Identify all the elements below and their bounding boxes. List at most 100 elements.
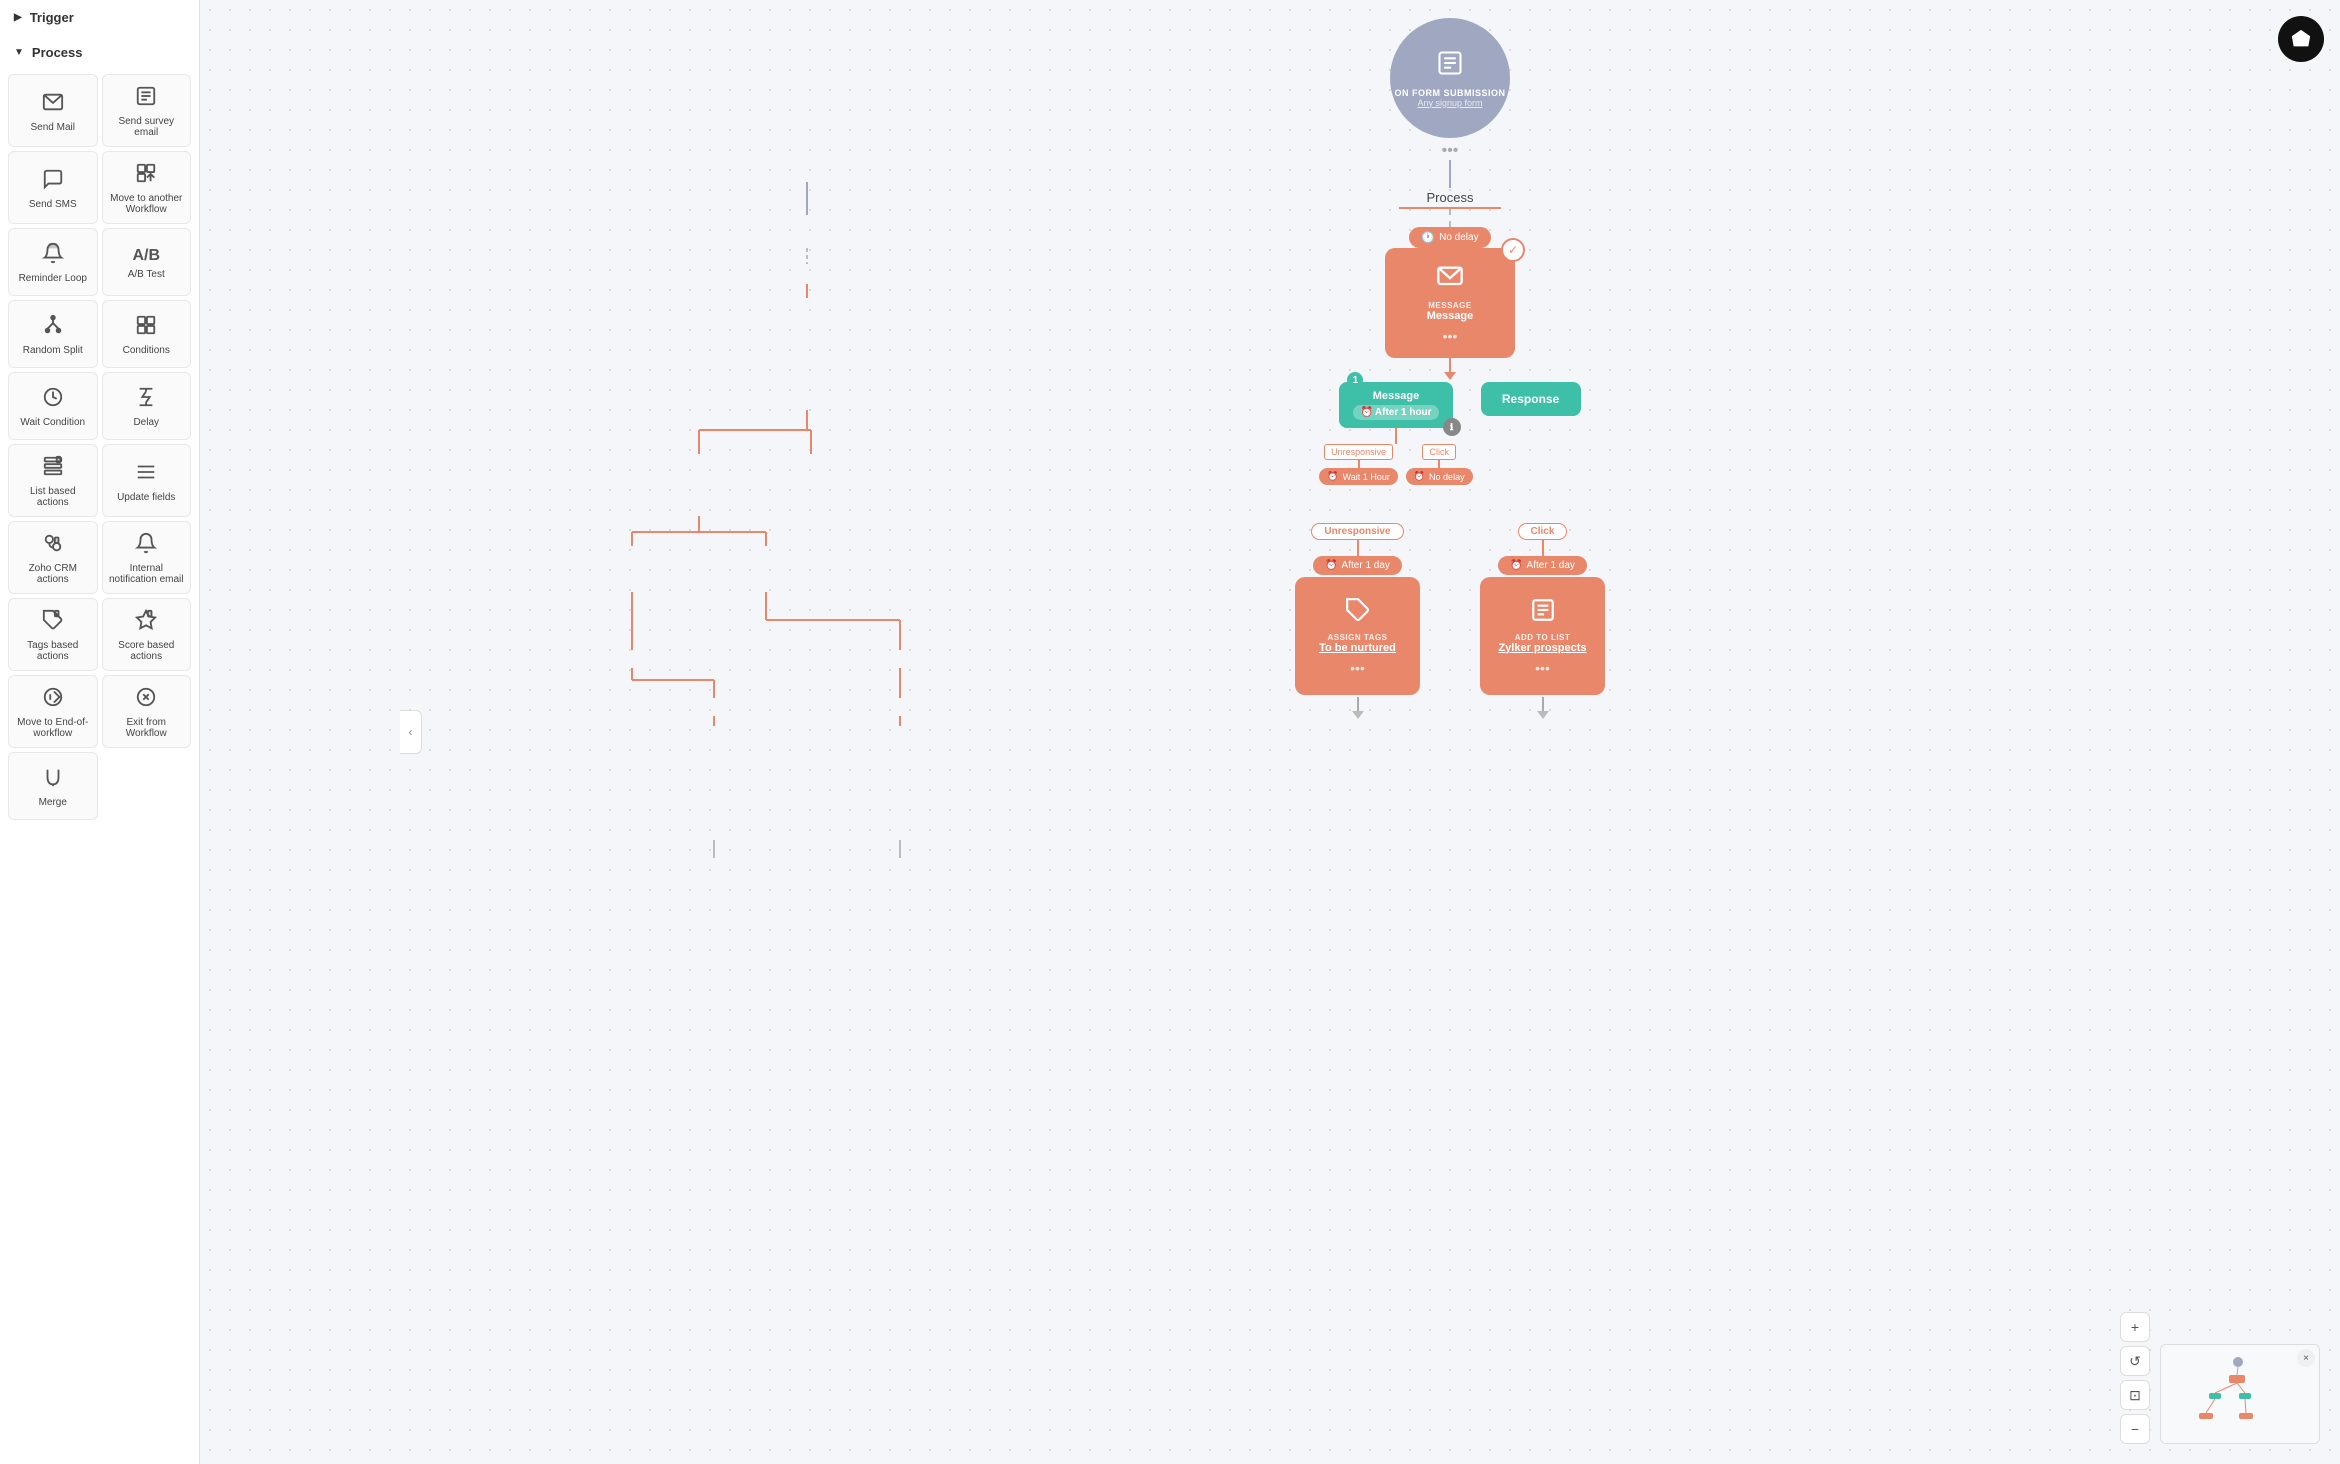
zoom-in-button[interactable]: +: [2120, 1312, 2150, 1342]
no-delay-label: No delay: [1439, 232, 1478, 243]
assign-tags-node[interactable]: ASSIGN TAGS To be nurtured •••: [1295, 577, 1420, 695]
sidebar-item-move-end[interactable]: Move to End-of-workflow: [8, 675, 98, 748]
reset-zoom-button[interactable]: ↺: [2120, 1346, 2150, 1376]
sidebar-item-send-sms[interactable]: Send SMS: [8, 151, 98, 224]
collapse-sidebar-button[interactable]: ‹: [400, 710, 422, 754]
trigger-dots[interactable]: •••: [1442, 142, 1459, 160]
process-label: Process: [32, 45, 83, 60]
tags-based-icon: [42, 609, 64, 636]
sidebar-item-zoho-crm[interactable]: Zoho CRM actions: [8, 521, 98, 594]
minimap-content: [2161, 1345, 2319, 1443]
sidebar-item-reminder-loop[interactable]: Reminder Loop: [8, 228, 98, 296]
zoom-controls: + ↺ ⊡ −: [2120, 1312, 2150, 1444]
sidebar-item-internal-notification[interactable]: Internal notification email: [102, 521, 192, 594]
trigger-label: Trigger: [30, 10, 74, 25]
update-fields-label: Update fields: [117, 492, 175, 503]
trigger-node[interactable]: ON FORM SUBMISSION Any signup form: [1390, 18, 1510, 138]
sidebar: ▶ Trigger ▼ Process Send Mail Send surve…: [0, 0, 200, 1464]
delay-clock-2-icon: ⏰: [1510, 560, 1522, 571]
assign-tags-dots[interactable]: •••: [1350, 660, 1365, 676]
send-sms-label: Send SMS: [29, 199, 77, 210]
add-to-list-node[interactable]: ADD TO LIST Zylker prospects •••: [1480, 577, 1605, 695]
message-after-label: Message: [1353, 390, 1438, 402]
gem-button[interactable]: [2278, 16, 2324, 62]
message-check-badge: ✓: [1501, 238, 1525, 262]
trigger-section[interactable]: ▶ Trigger: [0, 0, 199, 35]
wait-1-hour-pill[interactable]: ⏰ Wait 1 Hour: [1319, 468, 1397, 485]
score-based-label: Score based actions: [109, 640, 185, 662]
sidebar-item-move-workflow[interactable]: Move to another Workflow: [102, 151, 192, 224]
sidebar-item-score-based[interactable]: Score based actions: [102, 598, 192, 671]
sidebar-item-merge[interactable]: Merge: [8, 752, 98, 820]
add-to-list-title: ADD TO LIST: [1515, 633, 1571, 642]
zoho-crm-icon: [42, 532, 64, 559]
send-sms-icon: [42, 168, 64, 195]
no-delay-pill[interactable]: 🕐 No delay: [1409, 227, 1490, 248]
sidebar-item-conditions[interactable]: Conditions: [102, 300, 192, 368]
message-after-hour-node[interactable]: 1 Message ⏰ After 1 hour ℹ: [1339, 382, 1452, 428]
reminder-loop-icon: [42, 242, 64, 269]
message-after-delay: ⏰ After 1 hour: [1353, 405, 1438, 420]
trigger-chevron: ▶: [14, 12, 22, 23]
delay-clock-1-icon: ⏰: [1325, 560, 1337, 571]
minimap-close-button[interactable]: ×: [2297, 1349, 2315, 1367]
sidebar-item-send-mail[interactable]: Send Mail: [8, 74, 98, 147]
sidebar-item-ab-test[interactable]: A/B A/B Test: [102, 228, 192, 296]
message-node-icon: [1436, 263, 1464, 297]
sidebar-item-list-based[interactable]: List based actions: [8, 444, 98, 517]
minimap: ×: [2160, 1344, 2320, 1444]
minimap-svg: [2161, 1345, 2320, 1444]
internal-notification-icon: [135, 532, 157, 559]
assign-tags-delay-label: After 1 day: [1342, 560, 1390, 571]
message-node-dots[interactable]: •••: [1443, 328, 1458, 344]
move-end-icon: [42, 686, 64, 713]
click-nodelay-label: No delay: [1429, 472, 1465, 482]
internal-notification-label: Internal notification email: [109, 563, 185, 585]
sidebar-item-exit-workflow[interactable]: Exit from Workflow: [102, 675, 192, 748]
assign-tags-value[interactable]: To be nurtured: [1319, 642, 1396, 654]
zoho-crm-label: Zoho CRM actions: [15, 563, 91, 585]
sidebar-item-delay[interactable]: Delay: [102, 372, 192, 440]
process-chevron: ▼: [14, 47, 24, 58]
click-clock-icon: ⏰: [1414, 471, 1425, 482]
process-section[interactable]: ▼ Process: [0, 35, 199, 70]
message-info-badge[interactable]: ℹ: [1443, 418, 1461, 436]
sidebar-item-update-fields[interactable]: Update fields: [102, 444, 192, 517]
response-node[interactable]: Response: [1481, 382, 1581, 416]
add-to-list-dots[interactable]: •••: [1535, 660, 1550, 676]
fit-zoom-button[interactable]: ⊡: [2120, 1380, 2150, 1410]
score-based-icon: [135, 609, 157, 636]
send-survey-label: Send survey email: [109, 116, 185, 138]
merge-icon: [42, 766, 64, 793]
ab-test-icon: A/B: [132, 247, 160, 265]
sidebar-item-send-survey-email[interactable]: Send survey email: [102, 74, 192, 147]
add-list-delay-label: After 1 day: [1527, 560, 1575, 571]
sidebar-item-tags-based[interactable]: Tags based actions: [8, 598, 98, 671]
add-list-delay-pill[interactable]: ⏰ After 1 day: [1498, 556, 1587, 575]
sidebar-item-random-split[interactable]: Random Split: [8, 300, 98, 368]
send-survey-icon: [135, 85, 157, 112]
message-node[interactable]: MESSAGE Message •••: [1385, 248, 1515, 358]
zoom-out-button[interactable]: −: [2120, 1414, 2150, 1444]
wait-clock-icon: ⏰: [1327, 471, 1338, 482]
assign-tags-icon: [1345, 597, 1371, 629]
trigger-value[interactable]: Any signup form: [1417, 98, 1482, 108]
assign-tags-delay-pill[interactable]: ⏰ After 1 day: [1313, 556, 1402, 575]
click-outcome-label: Click: [1518, 523, 1568, 540]
move-end-label: Move to End-of-workflow: [15, 717, 91, 739]
move-workflow-label: Move to another Workflow: [109, 193, 185, 215]
click-nodelay-pill[interactable]: ⏰ No delay: [1406, 468, 1473, 485]
conditions-label: Conditions: [123, 345, 170, 356]
sidebar-items-grid: Send Mail Send survey email Send SMS Mov…: [0, 70, 199, 824]
add-to-list-value[interactable]: Zylker prospects: [1498, 642, 1586, 654]
exit-workflow-label: Exit from Workflow: [109, 717, 185, 739]
update-fields-icon: [135, 461, 157, 488]
canvas-area[interactable]: ‹: [200, 0, 2340, 1464]
unresponsive-outcome-label: Unresponsive: [1311, 523, 1403, 540]
branch-number: 1: [1347, 372, 1363, 388]
list-based-icon: [42, 455, 64, 482]
wait-condition-icon: [42, 386, 64, 413]
wait-1-hour-label: Wait 1 Hour: [1343, 472, 1390, 482]
sidebar-item-wait-condition[interactable]: Wait Condition: [8, 372, 98, 440]
clock-icon: 🕐: [1421, 231, 1435, 244]
